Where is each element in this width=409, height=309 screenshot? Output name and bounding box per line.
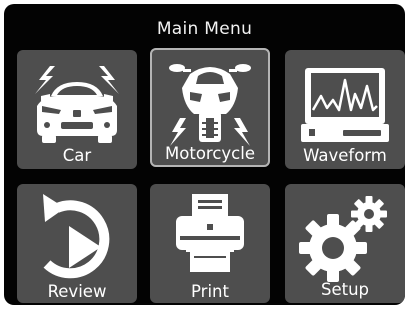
menu-tile-label: Motorcycle	[165, 144, 255, 163]
menu-tile-waveform[interactable]: Waveform	[285, 50, 405, 169]
menu-tile-label: Setup	[320, 280, 370, 299]
device-screen: Main Menu Car Motorcycle Waveform Review…	[0, 0, 409, 309]
page-title: Main Menu	[156, 19, 253, 39]
menu-tile-label: Waveform	[303, 146, 387, 165]
menu-tile-review[interactable]: Review	[17, 184, 137, 303]
menu-tile-print[interactable]: Print	[150, 184, 270, 303]
main-menu-screen: Main Menu Car Motorcycle Waveform Review…	[4, 4, 405, 305]
menu-tile-label: Review	[47, 282, 107, 301]
menu-tile-label: Print	[191, 282, 229, 301]
menu-tile-setup[interactable]: Setup	[285, 184, 405, 303]
menu-tile-label: Car	[62, 146, 92, 165]
menu-tile-motorcycle[interactable]: Motorcycle	[150, 48, 270, 167]
menu-tile-car[interactable]: Car	[17, 50, 137, 169]
